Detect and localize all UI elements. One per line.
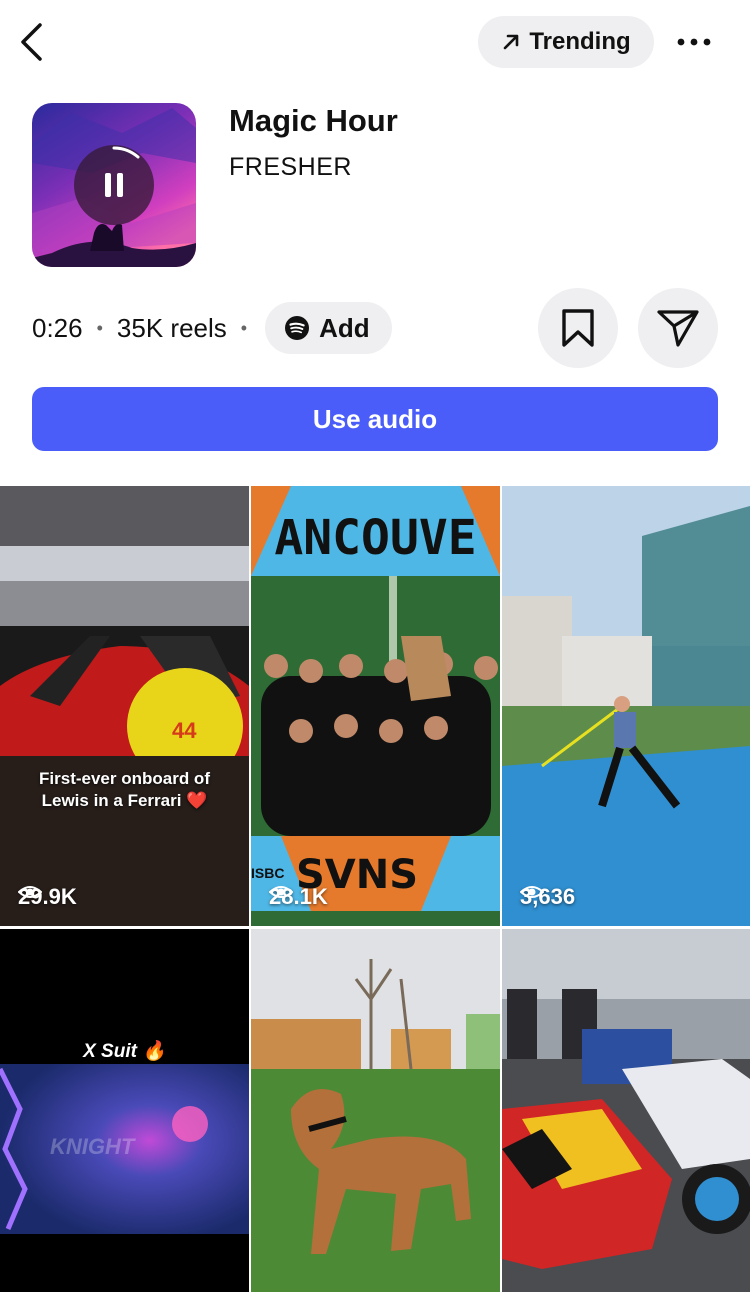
- reel-image: 44: [0, 486, 249, 926]
- album-cover[interactable]: [32, 103, 196, 267]
- reel-image: [502, 929, 750, 1292]
- reel-thumbnail[interactable]: ANCOUVE SVNS ISBC 28.1K: [251, 486, 500, 926]
- reel-caption-text: X Suit 🔥: [83, 1041, 166, 1062]
- reel-image: KNIGHT: [0, 929, 249, 1292]
- arrow-up-right-icon: [504, 34, 519, 50]
- bookmark-icon: [562, 309, 594, 347]
- scene-text-small: ISBC: [251, 865, 284, 881]
- spotify-icon: [285, 316, 310, 340]
- chevron-left-icon: [21, 23, 42, 61]
- add-label: Add: [319, 312, 370, 343]
- add-to-spotify-button[interactable]: Add: [265, 302, 392, 354]
- trending-label: Trending: [529, 28, 631, 55]
- reel-thumbnail[interactable]: [502, 929, 750, 1292]
- send-icon: [657, 310, 699, 347]
- more-horizontal-icon: [677, 38, 711, 46]
- reels-grid: 44 First-ever onboard of Lewis in a Ferr…: [0, 486, 750, 1292]
- more-options-button[interactable]: [672, 22, 716, 62]
- reel-image: [251, 929, 500, 1292]
- trending-button[interactable]: Trending: [478, 16, 654, 68]
- reel-thumbnail[interactable]: [251, 929, 500, 1292]
- views-count: 28.1K: [269, 884, 328, 910]
- svg-text:44: 44: [172, 718, 197, 743]
- share-audio-button[interactable]: [638, 288, 718, 368]
- top-bar: Trending: [0, 0, 750, 84]
- progress-ring: [112, 146, 140, 159]
- separator-dot: •: [240, 317, 248, 338]
- save-audio-button[interactable]: [538, 288, 618, 368]
- views-count: 29.9K: [18, 884, 77, 910]
- reel-image: ANCOUVE SVNS ISBC: [251, 486, 500, 926]
- scene-text: KNIGHT: [50, 1134, 136, 1159]
- reel-caption: X Suit 🔥: [0, 1041, 249, 1063]
- eye-icon: [269, 886, 293, 898]
- song-artist[interactable]: FRESHER: [229, 153, 352, 182]
- reel-thumbnail[interactable]: KNIGHT X Suit 🔥: [0, 929, 249, 1292]
- use-audio-button[interactable]: Use audio: [32, 387, 718, 451]
- audio-duration: 0:26: [32, 312, 83, 343]
- reel-thumbnail[interactable]: 44 First-ever onboard of Lewis in a Ferr…: [0, 486, 249, 926]
- scene-text-top: ANCOUVE: [274, 510, 476, 566]
- separator-dot: •: [96, 317, 103, 338]
- song-title: Magic Hour: [229, 103, 398, 138]
- eye-icon: [520, 886, 544, 898]
- back-button[interactable]: [14, 20, 48, 64]
- play-pause-button[interactable]: [74, 145, 154, 225]
- reels-count: 35K reels: [116, 312, 227, 343]
- reel-thumbnail[interactable]: 3,636: [502, 486, 750, 926]
- reel-caption-text: First-ever onboard of Lewis in a Ferrari…: [39, 769, 210, 810]
- eye-icon: [18, 886, 42, 898]
- reel-image: [502, 486, 750, 926]
- reel-caption: First-ever onboard of Lewis in a Ferrari…: [0, 768, 249, 812]
- views-count: 3,636: [520, 884, 575, 910]
- audio-meta-row: 0:26 • 35K reels • Add: [32, 302, 392, 354]
